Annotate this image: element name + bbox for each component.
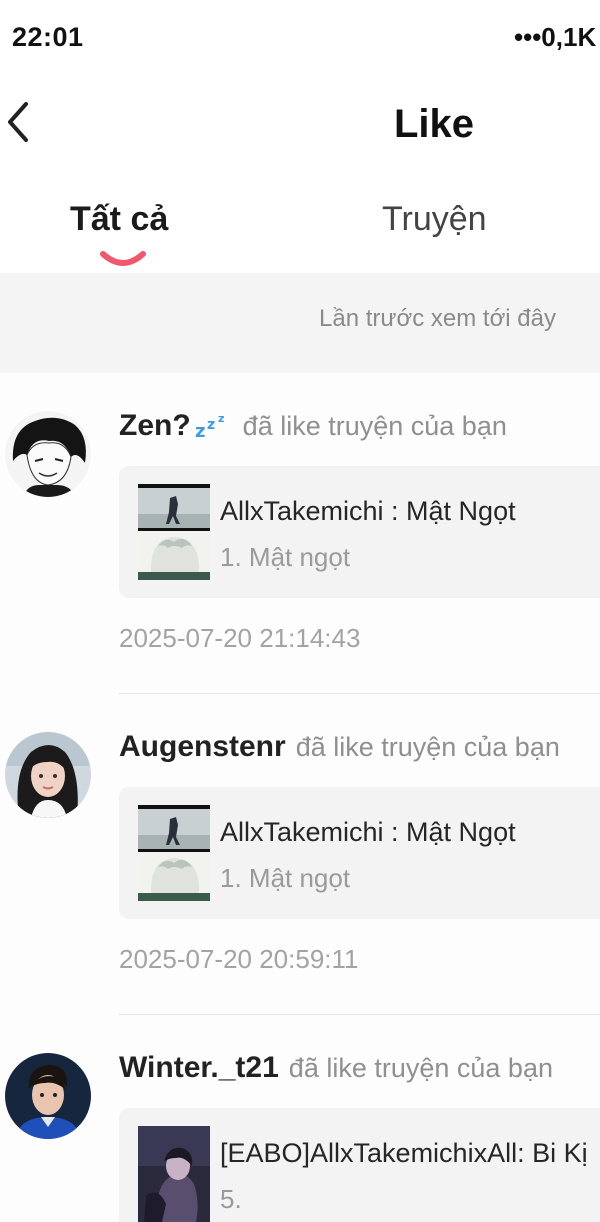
active-tab-indicator	[100, 251, 146, 266]
page-title: Like	[393, 102, 475, 146]
likes-screen: 22:01 •••0,1K Like Tất cả Truyện Lần trư…	[0, 0, 600, 1222]
story-chapter: 5.	[220, 1184, 242, 1214]
header: Like	[0, 80, 600, 180]
user-name[interactable]: Augenstenr	[119, 730, 286, 763]
timestamp: 2025-07-20 20:59:11	[119, 944, 359, 974]
like-feed: Zen? z z z đã like truyện của bạn AllxTa…	[0, 373, 600, 1222]
story-cover	[138, 484, 210, 580]
divider	[119, 1014, 600, 1015]
story-card[interactable]: AllxTakemichi : Mật Ngọt 1. Mật ngọt	[119, 466, 600, 598]
svg-text:z: z	[218, 412, 224, 425]
action-text: đã like truyện của bạn	[242, 411, 507, 441]
avatar[interactable]	[5, 1053, 91, 1139]
story-cover	[138, 805, 210, 901]
network-speed: •••0,1K	[514, 22, 597, 52]
story-title: AllxTakemichi : Mật Ngọt	[220, 496, 516, 526]
story-card[interactable]: [EABO]AllxTakemichixAll: Bi Kị 5.	[119, 1108, 600, 1222]
entry-header: Zen? z z z đã like truyện của bạn	[119, 409, 507, 443]
svg-text:z: z	[195, 421, 205, 439]
chevron-left-icon	[8, 102, 28, 142]
user-name[interactable]: Winter._t21	[119, 1051, 279, 1084]
action-text: đã like truyện của bạn	[288, 1053, 553, 1083]
action-text: đã like truyện của bạn	[295, 732, 560, 762]
divider	[119, 693, 600, 694]
svg-text:z: z	[207, 417, 215, 433]
avatar[interactable]	[5, 732, 91, 818]
story-chapter: 1. Mật ngọt	[220, 542, 351, 572]
timestamp: 2025-07-20 21:14:43	[119, 623, 361, 653]
last-seen-banner: Lần trước xem tới đây	[0, 273, 600, 373]
sleeping-zz-icon: z z z	[195, 412, 224, 439]
last-seen-text: Lần trước xem tới đây	[319, 305, 556, 332]
entry-header: Augenstenr đã like truyện của bạn	[119, 730, 560, 764]
story-title: AllxTakemichi : Mật Ngọt	[220, 817, 516, 847]
story-card[interactable]: AllxTakemichi : Mật Ngọt 1. Mật ngọt	[119, 787, 600, 919]
tab-stories[interactable]: Truyện	[382, 200, 487, 239]
entry-header: Winter._t21 đã like truyện của bạn	[119, 1051, 553, 1085]
user-name[interactable]: Zen?	[119, 409, 191, 442]
status-time: 22:01	[12, 22, 84, 52]
back-button[interactable]	[0, 98, 44, 148]
story-chapter: 1. Mật ngọt	[220, 863, 351, 893]
status-bar: 22:01 •••0,1K	[0, 0, 600, 80]
story-title: [EABO]AllxTakemichixAll: Bi Kị	[220, 1138, 588, 1168]
story-cover	[138, 1126, 210, 1222]
avatar[interactable]	[5, 411, 91, 497]
tab-bar: Tất cả Truyện	[0, 180, 600, 272]
tab-all[interactable]: Tất cả	[70, 200, 168, 239]
